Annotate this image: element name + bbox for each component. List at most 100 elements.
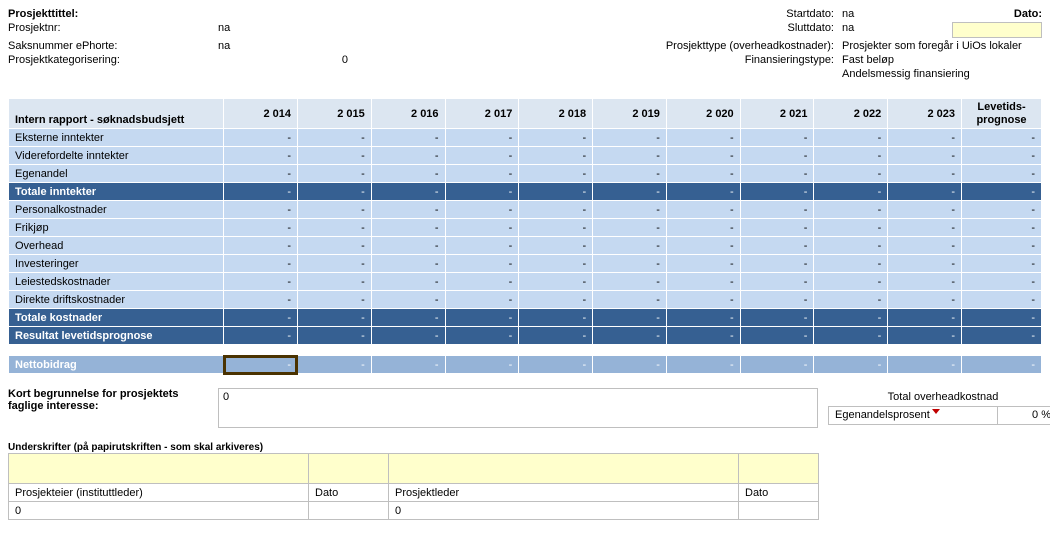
- budget-cell[interactable]: -: [814, 165, 888, 183]
- budget-cell[interactable]: -: [888, 201, 962, 219]
- budget-cell[interactable]: -: [224, 201, 298, 219]
- budget-cell[interactable]: -: [740, 165, 814, 183]
- budget-cell[interactable]: -: [224, 273, 298, 291]
- budget-cell[interactable]: -: [814, 291, 888, 309]
- budget-cell[interactable]: -: [888, 291, 962, 309]
- budget-cell[interactable]: -: [445, 309, 519, 327]
- budget-cell[interactable]: -: [962, 183, 1042, 201]
- budget-cell[interactable]: -: [888, 237, 962, 255]
- budget-cell[interactable]: -: [962, 291, 1042, 309]
- budget-cell[interactable]: -: [593, 183, 667, 201]
- sign-leader-field[interactable]: [389, 454, 739, 484]
- budget-cell[interactable]: -: [519, 273, 593, 291]
- budget-cell[interactable]: -: [519, 165, 593, 183]
- budget-cell[interactable]: -: [445, 291, 519, 309]
- budget-cell[interactable]: -: [519, 309, 593, 327]
- nettobidrag-cell[interactable]: -: [740, 356, 814, 374]
- budget-cell[interactable]: -: [519, 147, 593, 165]
- budget-cell[interactable]: -: [814, 201, 888, 219]
- budget-cell[interactable]: -: [593, 237, 667, 255]
- budget-cell[interactable]: -: [962, 273, 1042, 291]
- budget-cell[interactable]: -: [445, 129, 519, 147]
- budget-cell[interactable]: -: [224, 237, 298, 255]
- budget-cell[interactable]: -: [666, 237, 740, 255]
- nettobidrag-cell[interactable]: -: [962, 356, 1042, 374]
- budget-cell[interactable]: -: [888, 273, 962, 291]
- budget-cell[interactable]: -: [445, 255, 519, 273]
- budget-cell[interactable]: -: [740, 201, 814, 219]
- budget-cell[interactable]: -: [371, 201, 445, 219]
- budget-cell[interactable]: -: [593, 219, 667, 237]
- budget-cell[interactable]: -: [297, 129, 371, 147]
- budget-cell[interactable]: -: [371, 327, 445, 345]
- budget-cell[interactable]: -: [814, 129, 888, 147]
- budget-cell[interactable]: -: [666, 255, 740, 273]
- nettobidrag-cell[interactable]: -: [888, 356, 962, 374]
- budget-cell[interactable]: -: [445, 147, 519, 165]
- budget-cell[interactable]: -: [224, 327, 298, 345]
- budget-cell[interactable]: -: [445, 273, 519, 291]
- budget-cell[interactable]: -: [224, 219, 298, 237]
- budget-cell[interactable]: -: [593, 327, 667, 345]
- budget-cell[interactable]: -: [593, 309, 667, 327]
- budget-cell[interactable]: -: [519, 237, 593, 255]
- budget-cell[interactable]: -: [297, 237, 371, 255]
- budget-cell[interactable]: -: [962, 237, 1042, 255]
- budget-cell[interactable]: -: [224, 165, 298, 183]
- budget-cell[interactable]: -: [666, 219, 740, 237]
- budget-cell[interactable]: -: [371, 237, 445, 255]
- budget-cell[interactable]: -: [445, 183, 519, 201]
- budget-cell[interactable]: -: [666, 129, 740, 147]
- budget-cell[interactable]: -: [445, 237, 519, 255]
- budget-cell[interactable]: -: [297, 183, 371, 201]
- budget-cell[interactable]: -: [297, 309, 371, 327]
- budget-cell[interactable]: -: [519, 201, 593, 219]
- budget-cell[interactable]: -: [297, 255, 371, 273]
- budget-cell[interactable]: -: [445, 165, 519, 183]
- budget-cell[interactable]: -: [666, 165, 740, 183]
- budget-cell[interactable]: -: [297, 219, 371, 237]
- budget-cell[interactable]: -: [888, 327, 962, 345]
- budget-cell[interactable]: -: [593, 129, 667, 147]
- budget-cell[interactable]: -: [962, 327, 1042, 345]
- budget-cell[interactable]: -: [297, 201, 371, 219]
- budget-cell[interactable]: -: [519, 129, 593, 147]
- budget-cell[interactable]: -: [593, 291, 667, 309]
- budget-cell[interactable]: -: [297, 165, 371, 183]
- budget-cell[interactable]: -: [224, 291, 298, 309]
- budget-cell[interactable]: -: [962, 201, 1042, 219]
- budget-cell[interactable]: -: [297, 327, 371, 345]
- budget-cell[interactable]: -: [740, 237, 814, 255]
- budget-cell[interactable]: -: [371, 147, 445, 165]
- budget-cell[interactable]: -: [814, 183, 888, 201]
- nettobidrag-cell[interactable]: -: [371, 356, 445, 374]
- budget-cell[interactable]: -: [740, 147, 814, 165]
- budget-cell[interactable]: -: [224, 183, 298, 201]
- justification-input[interactable]: 0: [218, 388, 818, 428]
- budget-cell[interactable]: -: [224, 129, 298, 147]
- budget-cell[interactable]: -: [519, 291, 593, 309]
- nettobidrag-cell[interactable]: -: [593, 356, 667, 374]
- budget-cell[interactable]: -: [888, 255, 962, 273]
- budget-cell[interactable]: -: [445, 327, 519, 345]
- sign-owner-field[interactable]: [9, 454, 309, 484]
- budget-cell[interactable]: -: [666, 147, 740, 165]
- budget-cell[interactable]: -: [666, 291, 740, 309]
- budget-cell[interactable]: -: [371, 165, 445, 183]
- nettobidrag-cell[interactable]: -: [519, 356, 593, 374]
- budget-cell[interactable]: -: [888, 147, 962, 165]
- budget-cell[interactable]: -: [445, 219, 519, 237]
- budget-cell[interactable]: -: [814, 327, 888, 345]
- budget-cell[interactable]: -: [371, 309, 445, 327]
- budget-cell[interactable]: -: [814, 273, 888, 291]
- budget-cell[interactable]: -: [519, 219, 593, 237]
- budget-cell[interactable]: -: [371, 183, 445, 201]
- budget-cell[interactable]: -: [371, 255, 445, 273]
- budget-cell[interactable]: -: [371, 273, 445, 291]
- budget-cell[interactable]: -: [814, 255, 888, 273]
- budget-cell[interactable]: -: [666, 273, 740, 291]
- budget-cell[interactable]: -: [666, 201, 740, 219]
- dato-input[interactable]: [952, 22, 1042, 38]
- nettobidrag-cell[interactable]: -: [666, 356, 740, 374]
- budget-cell[interactable]: -: [962, 309, 1042, 327]
